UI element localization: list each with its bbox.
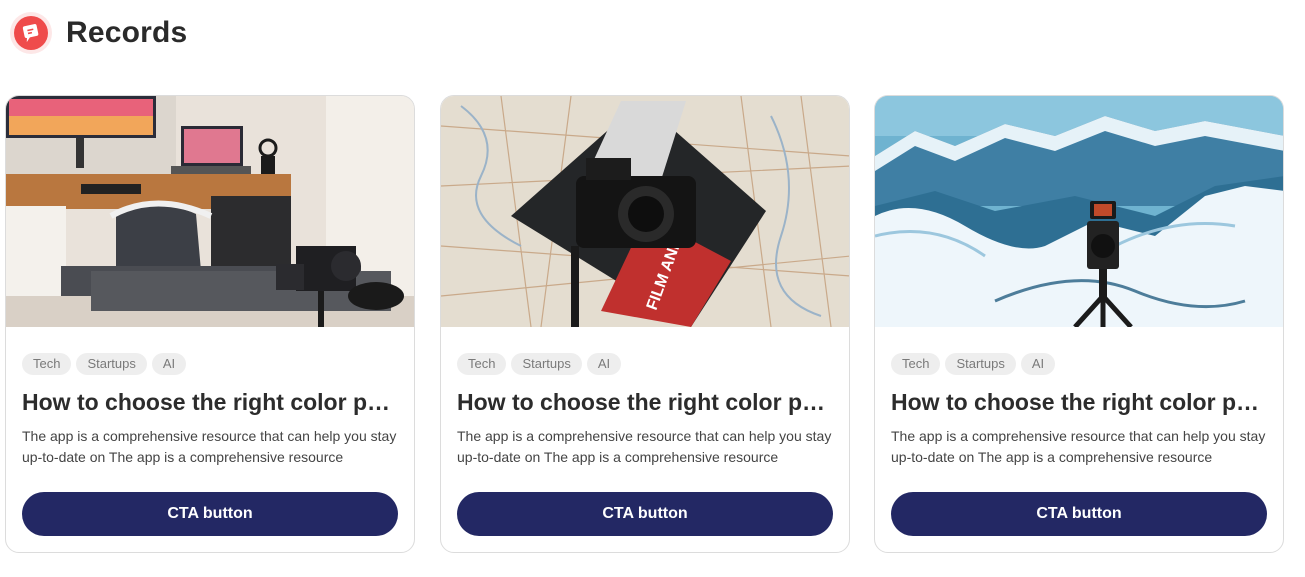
cta-button[interactable]: CTA button	[891, 492, 1267, 536]
card-title: How to choose the right color palette fo…	[891, 389, 1283, 415]
tag-list: Tech Startups AI	[441, 327, 849, 375]
tag-chip[interactable]: Startups	[511, 353, 582, 375]
page-header: Records	[10, 10, 187, 56]
camera-on-map-photo: FILM AND	[441, 96, 849, 327]
card-description: The app is a comprehensive resource that…	[891, 428, 1266, 465]
record-card: FILM AND Tech Startups AI How to choose …	[440, 95, 850, 553]
cta-button[interactable]: CTA button	[22, 492, 398, 536]
tag-chip[interactable]: AI	[586, 353, 622, 375]
record-card: Tech Startups AI How to choose the right…	[874, 95, 1284, 553]
chat-bubble-icon	[10, 12, 52, 54]
tag-list: Tech Startups AI	[6, 327, 414, 375]
tag-chip[interactable]: Tech	[457, 353, 507, 375]
card-description: The app is a comprehensive resource that…	[457, 428, 832, 465]
cta-button[interactable]: CTA button	[457, 492, 833, 536]
tag-chip[interactable]: AI	[1020, 353, 1056, 375]
tag-chip[interactable]: Startups	[76, 353, 147, 375]
card-title: How to choose the right color palette fo…	[457, 389, 849, 415]
page-title: Records	[66, 16, 188, 49]
record-card: Tech Startups AI How to choose the right…	[5, 95, 415, 553]
card-description: The app is a comprehensive resource that…	[22, 428, 397, 465]
tag-chip[interactable]: AI	[151, 353, 187, 375]
tag-chip[interactable]: Startups	[945, 353, 1016, 375]
tag-list: Tech Startups AI	[875, 327, 1283, 375]
tag-chip[interactable]: Tech	[22, 353, 72, 375]
card-title: How to choose the right color palette fo…	[22, 389, 414, 415]
desk-setup-photo	[6, 96, 414, 327]
tag-chip[interactable]: Tech	[891, 353, 941, 375]
mountain-camera-photo	[875, 96, 1283, 327]
